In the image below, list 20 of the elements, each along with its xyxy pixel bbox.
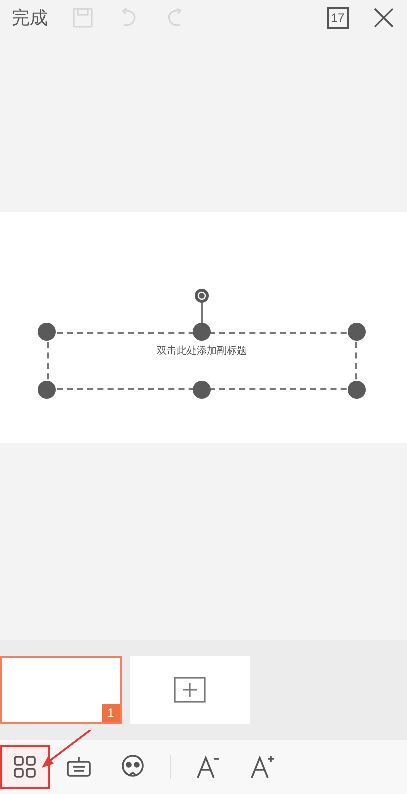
resize-handle[interactable] — [348, 323, 366, 341]
grid-icon — [13, 755, 37, 779]
keyboard-icon — [66, 755, 92, 779]
face-icon — [120, 754, 146, 780]
grid-button[interactable] — [0, 745, 50, 789]
font-decrease-icon — [195, 754, 221, 780]
resize-handle[interactable] — [193, 381, 211, 399]
resize-handle[interactable] — [38, 381, 56, 399]
resize-handle[interactable] — [348, 381, 366, 399]
font-increase-icon — [249, 754, 275, 780]
annotation-arrow — [40, 730, 92, 770]
slide-number: 1 — [102, 704, 120, 722]
subtitle-placeholder: 双击此处添加副标题 — [157, 344, 247, 359]
done-button[interactable]: 完成 — [12, 4, 48, 32]
rotate-handle[interactable] — [194, 288, 210, 304]
resize-handle[interactable] — [193, 323, 211, 341]
close-icon[interactable] — [373, 7, 395, 29]
slide-count-button[interactable]: 17 — [327, 7, 349, 29]
resize-handle[interactable] — [38, 323, 56, 341]
plus-icon — [174, 677, 206, 703]
